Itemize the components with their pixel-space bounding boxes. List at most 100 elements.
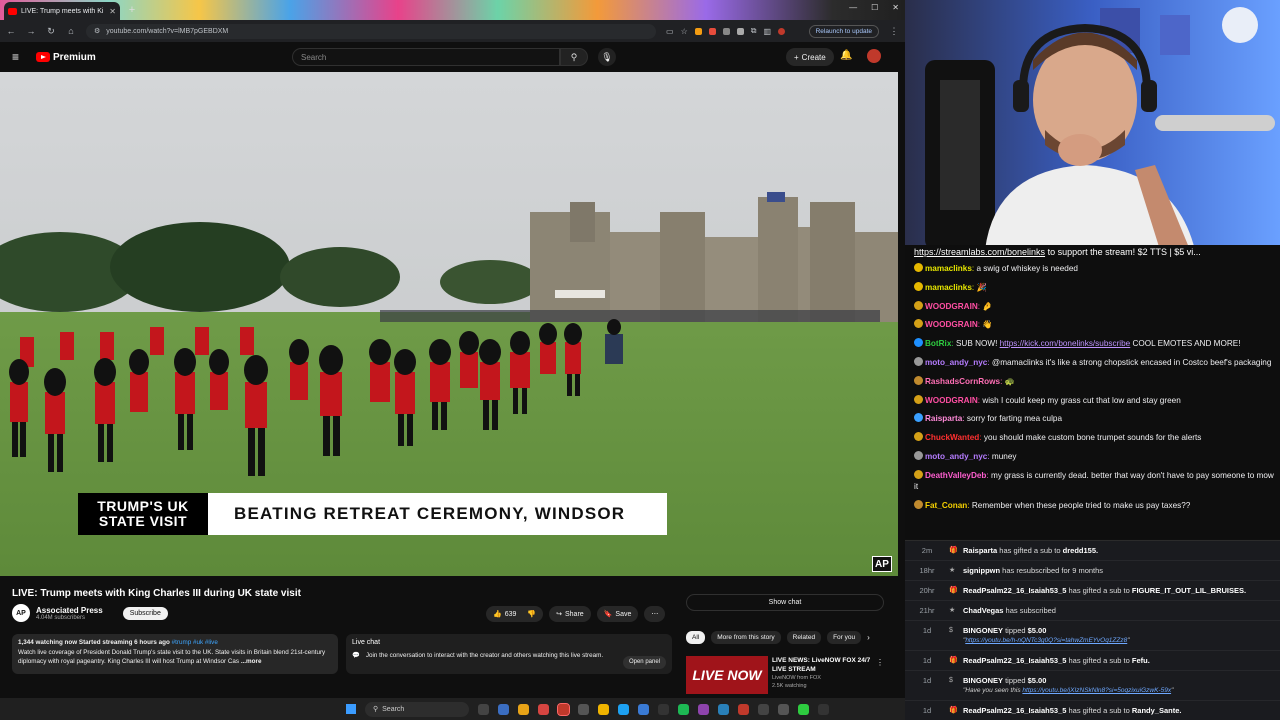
banner-link[interactable]: https://streamlabs.com/bonelinks: [914, 247, 1045, 257]
app-icon[interactable]: [738, 703, 749, 715]
show-chat-button[interactable]: Show chat: [686, 594, 884, 611]
relaunch-button[interactable]: Relaunch to update: [808, 24, 879, 38]
chat-username[interactable]: WOODGRAIN: [925, 302, 978, 311]
app-icon[interactable]: [778, 703, 789, 715]
app-icon[interactable]: [718, 703, 729, 715]
app-icon[interactable]: [758, 703, 769, 715]
chevron-right-icon[interactable]: ›: [867, 633, 870, 642]
event-user[interactable]: Raisparta: [963, 546, 997, 555]
event-user[interactable]: ReadPsalm22_16_Isaiah53_5: [963, 586, 1066, 595]
app-icon[interactable]: [618, 703, 629, 715]
chip-for-you[interactable]: For you: [827, 631, 862, 644]
minimize-icon[interactable]: —: [849, 3, 857, 12]
channel-avatar[interactable]: AP: [12, 604, 30, 622]
extension-icon[interactable]: [708, 27, 716, 35]
event-message-link[interactable]: https://youtu.be/jXIzNSkNln8?si=5oqzixui…: [1022, 687, 1171, 694]
app-icon[interactable]: [658, 703, 669, 715]
app-icon[interactable]: [538, 703, 549, 715]
subscribe-button[interactable]: Subscribe: [122, 606, 168, 620]
reload-icon[interactable]: ↻: [46, 26, 56, 37]
chat-username[interactable]: WOODGRAIN: [925, 320, 978, 329]
task-view-icon[interactable]: [478, 703, 489, 715]
app-icon[interactable]: [818, 703, 829, 715]
channel-name[interactable]: Associated Press: [36, 606, 103, 615]
event-user[interactable]: ChadVegas: [963, 606, 1003, 615]
chip-related[interactable]: Related: [786, 631, 822, 644]
bookmark-star-icon[interactable]: ☆: [681, 27, 688, 36]
chat-username[interactable]: WOODGRAIN: [925, 396, 978, 405]
cast-icon[interactable]: ▭: [666, 27, 674, 36]
maximize-icon[interactable]: ☐: [871, 3, 878, 12]
event-message-link[interactable]: https://youtu.be/h-nQNTc3g0Q?si=tahwZmEY…: [965, 637, 1127, 644]
event-user[interactable]: BINGONEY: [963, 626, 1003, 635]
tab-close-icon[interactable]: ✕: [109, 7, 116, 16]
kebab-menu-icon[interactable]: ⋮: [876, 658, 884, 667]
recommended-thumbnail[interactable]: LIVE NOW: [686, 656, 768, 694]
extension-icon[interactable]: [736, 27, 744, 35]
save-button[interactable]: 🔖 Save: [596, 606, 639, 622]
site-info-icon[interactable]: ⚙: [94, 27, 100, 35]
event-user[interactable]: signippwn: [963, 566, 1000, 575]
voice-search-icon[interactable]: 🎙: [598, 48, 616, 66]
profile-icon[interactable]: [778, 27, 786, 35]
event-user[interactable]: ReadPsalm22_16_Isaiah53_5: [963, 656, 1066, 665]
like-button[interactable]: 👍 639 👎: [486, 606, 544, 622]
chrome-icon[interactable]: [518, 703, 529, 715]
recommended-video[interactable]: LIVE NOW LIVE NEWS: LiveNOW FOX 24/7 LIV…: [686, 654, 896, 694]
share-button[interactable]: ↪ Share: [549, 606, 591, 622]
more-actions-button[interactable]: ⋯: [644, 606, 666, 622]
event-user[interactable]: ReadPsalm22_16_Isaiah53_5: [963, 706, 1066, 715]
video-player[interactable]: TRUMP'S UK STATE VISIT BEATING RETREAT C…: [0, 72, 898, 576]
recommended-title[interactable]: LIVE NEWS: LiveNOW FOX 24/7 LIVE STREAM: [772, 656, 882, 674]
chat-username[interactable]: Fat_Conan: [925, 501, 967, 510]
chat-username[interactable]: ChuckWanted: [925, 433, 979, 442]
chip-all[interactable]: All: [686, 631, 706, 644]
chat-username[interactable]: mamaclinks: [925, 264, 972, 273]
menu-dots-icon[interactable]: ⋮: [889, 26, 899, 37]
app-icon[interactable]: [698, 703, 709, 715]
spotify-icon[interactable]: [678, 703, 689, 715]
app-icon[interactable]: [578, 703, 589, 715]
description-box[interactable]: 1,344 watching now Started streaming 6 h…: [12, 634, 338, 674]
windows-start-icon[interactable]: [346, 704, 356, 714]
event-user[interactable]: BINGONEY: [963, 676, 1003, 685]
chat-username[interactable]: DeathValleyDeb: [925, 471, 986, 480]
chat-username[interactable]: mamaclinks: [925, 283, 972, 292]
chat-username[interactable]: moto_andy_nyc: [925, 358, 987, 367]
home-icon[interactable]: ⌂: [66, 26, 76, 36]
chat-username[interactable]: moto_andy_nyc: [925, 452, 987, 461]
chip-more-from-this-story[interactable]: More from this story: [711, 631, 781, 644]
app-icon[interactable]: [798, 703, 809, 715]
notifications-bell-icon[interactable]: 🔔: [840, 50, 852, 61]
back-icon[interactable]: ←: [6, 26, 16, 36]
forward-icon[interactable]: →: [26, 26, 36, 36]
extension-icon[interactable]: [722, 27, 730, 35]
new-tab-icon[interactable]: +: [126, 4, 138, 16]
chat-username[interactable]: Raisparta: [925, 414, 962, 423]
window-close-icon[interactable]: ✕: [892, 3, 899, 12]
chat-username[interactable]: BotRix: [925, 339, 951, 348]
account-avatar[interactable]: [867, 49, 881, 63]
chat-text: sorry for farting mea culpa: [966, 414, 1062, 424]
create-button[interactable]: + Create: [786, 48, 834, 66]
more-link[interactable]: ...more: [241, 658, 262, 665]
tab-youtube[interactable]: LIVE: Trump meets with Ki ✕: [4, 2, 120, 20]
search-button[interactable]: ⚲: [560, 48, 588, 66]
hamburger-menu-icon[interactable]: ≡: [12, 50, 26, 64]
app-icon[interactable]: [498, 703, 509, 715]
youtube-logo[interactable]: Premium: [36, 52, 96, 63]
description-tags[interactable]: #trump #uk #live: [172, 639, 218, 646]
extension-icon[interactable]: [694, 27, 702, 35]
puzzle-icon[interactable]: ⧉: [751, 26, 757, 36]
app-icon[interactable]: [557, 702, 570, 716]
open-panel-button[interactable]: Open panel: [622, 656, 666, 669]
chat-link[interactable]: https://kick.com/bonelinks/subscribe: [1000, 339, 1131, 348]
search-input[interactable]: Search: [292, 48, 560, 66]
chat-username[interactable]: RashadsCornRows: [925, 377, 1000, 386]
folder-icon[interactable]: [598, 703, 609, 715]
taskbar-search[interactable]: ⚲ Search: [365, 701, 469, 717]
sidebar-icon[interactable]: ▥: [763, 27, 771, 36]
url-field[interactable]: ⚙ youtube.com/watch?v=lMB7pGEBDXM: [86, 23, 656, 39]
app-icon[interactable]: [638, 703, 649, 715]
thumbs-down-icon[interactable]: 👎: [527, 610, 536, 618]
